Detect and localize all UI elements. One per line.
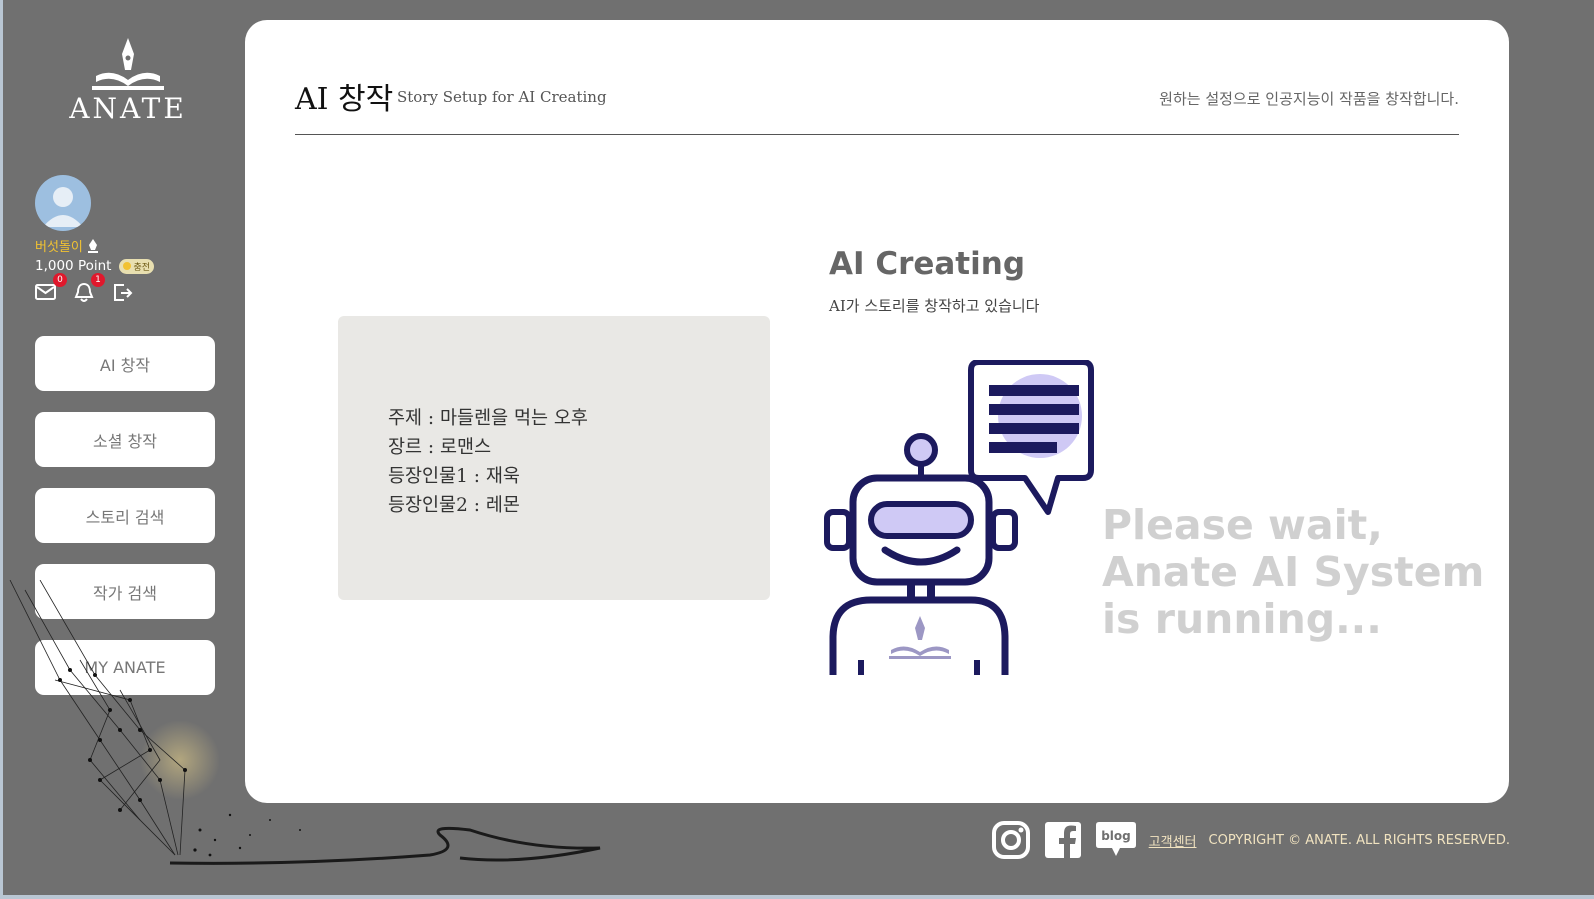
setup-character-1: 등장인물1 : 재욱 xyxy=(388,466,520,487)
page-header: AI 창작 Story Setup for AI Creating 원하는 설정… xyxy=(295,70,1459,135)
blog-icon[interactable]: blog xyxy=(1095,820,1137,860)
setup-topic: 주제 : 마들렌을 먹는 오후 xyxy=(388,408,588,429)
user-actions: 0 1 xyxy=(35,273,133,303)
setup-lines: 주제 : 마들렌을 먹는 오후 장르 : 로맨스 등장인물1 : 재욱 등장인물… xyxy=(388,404,588,520)
page-subtitle: Story Setup for AI Creating xyxy=(397,88,607,106)
status-subtitle: AI가 스토리를 창작하고 있습니다 xyxy=(829,297,1040,315)
charge-label: 충전 xyxy=(133,262,151,273)
user-icon xyxy=(43,187,83,227)
username[interactable]: 버섯돌이 xyxy=(35,236,99,255)
main-card: AI 창작 Story Setup for AI Creating 원하는 설정… xyxy=(245,20,1509,803)
wait-message: Please wait, Anate AI System is running.… xyxy=(1102,502,1484,643)
setup-character-2: 등장인물2 : 레몬 xyxy=(388,495,520,516)
copyright: COPYRIGHT © ANATE. ALL RIGHTS RESERVED. xyxy=(1208,832,1510,848)
status-title: AI Creating xyxy=(829,246,1026,282)
page-description: 원하는 설정으로 인공지능이 작품을 창작합니다. xyxy=(1159,90,1459,108)
avatar[interactable] xyxy=(35,175,91,231)
logout-button[interactable] xyxy=(111,281,133,303)
wait-line-2: Anate AI System xyxy=(1102,548,1485,596)
facebook-icon[interactable] xyxy=(1043,820,1083,860)
notification-button[interactable]: 1 xyxy=(73,273,105,303)
footer: blog 고객센터 COPYRIGHT © ANATE. ALL RIGHTS … xyxy=(991,820,1510,860)
setup-genre: 장르 : 로맨스 xyxy=(388,437,492,458)
coin-icon xyxy=(123,262,132,270)
points-value: 1,000 Point xyxy=(35,258,112,274)
mail-button[interactable]: 0 xyxy=(35,273,67,303)
anate-logo[interactable]: ANATE xyxy=(58,36,198,126)
story-setup-box: 주제 : 마들렌을 먹는 오후 장르 : 로맨스 등장인물1 : 재욱 등장인물… xyxy=(338,316,770,600)
notification-count-badge: 1 xyxy=(91,273,105,287)
username-text: 버섯돌이 xyxy=(35,240,83,255)
wait-line-1: Please wait, xyxy=(1102,501,1383,549)
charge-button[interactable]: 충전 xyxy=(119,258,155,274)
mail-count-badge: 0 xyxy=(53,273,67,287)
points-row: 1,000 Point 충전 xyxy=(35,258,155,274)
blog-icon-label: blog xyxy=(1101,829,1131,843)
page-title: AI 창작 xyxy=(295,82,394,117)
window-frame-bottom xyxy=(0,895,1594,899)
support-center-link[interactable]: 고객센터 xyxy=(1149,831,1197,850)
menu-story-search[interactable]: 스토리 검색 xyxy=(35,488,215,543)
menu-ai-create[interactable]: AI 창작 xyxy=(35,336,215,391)
fountain-pen-book-icon xyxy=(92,38,164,90)
logo-text: ANATE xyxy=(69,92,187,125)
logout-icon xyxy=(114,284,133,301)
instagram-icon[interactable] xyxy=(991,820,1031,860)
wait-line-3: is running... xyxy=(1102,595,1382,643)
pen-nib-icon xyxy=(87,238,98,253)
robot-illustration xyxy=(824,360,1094,675)
menu-social-create[interactable]: 소셜 창작 xyxy=(35,412,215,467)
